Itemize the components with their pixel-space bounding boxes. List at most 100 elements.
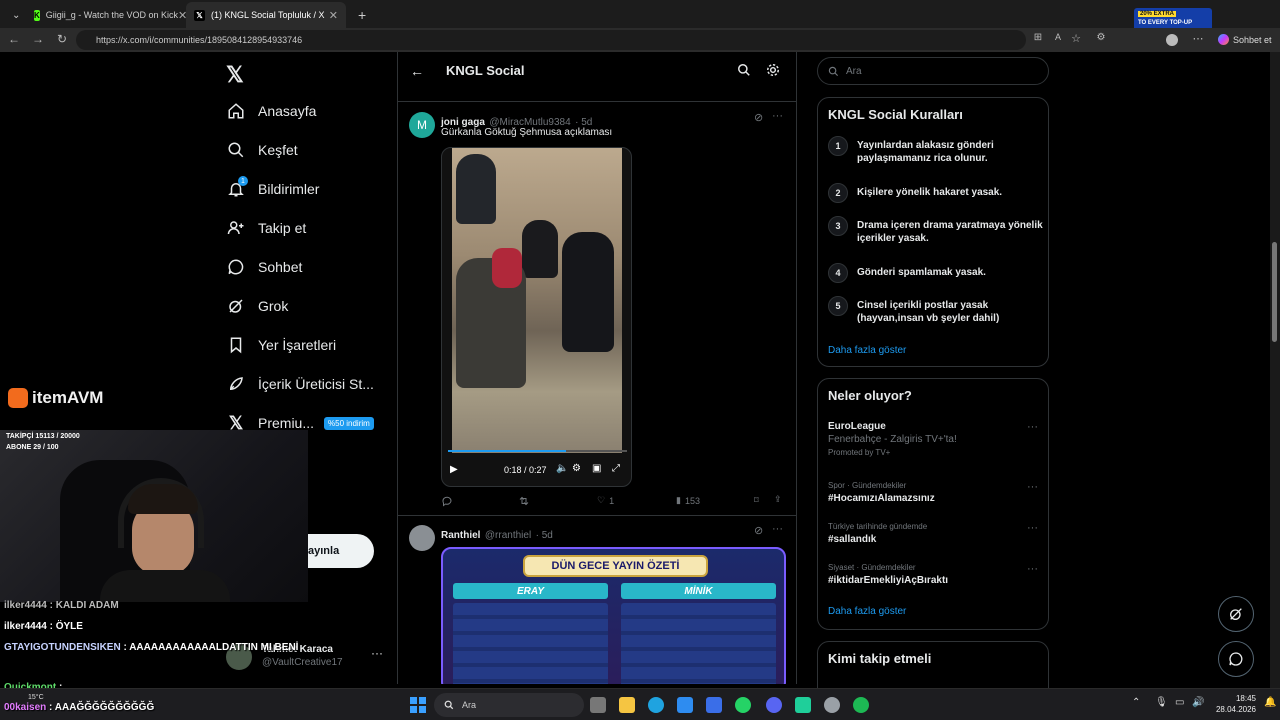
more-icon[interactable]: ··· [1027, 563, 1038, 575]
grok-icon[interactable]: ⊘ [754, 111, 763, 124]
right-sidebar: Ara KNGL Social Kuralları 1 Yayınlardan … [815, 52, 1055, 701]
video-player[interactable]: ▶ 0:18 / 0:27 🔈 ⚙ ▣ ⤢ [441, 147, 632, 487]
app-icon[interactable] [795, 697, 811, 713]
more-menu-icon[interactable]: ⋯ [1190, 32, 1206, 45]
tab-menu-button[interactable]: ⌄ [4, 2, 24, 28]
network-icon[interactable]: ▭ [1175, 697, 1184, 708]
whatsapp-icon[interactable] [735, 697, 751, 713]
trend-item[interactable]: Siyaset · Gündemdekiler #iktidarEmekliyi… [828, 563, 1043, 586]
edge-icon[interactable] [648, 697, 664, 713]
tab-x-community[interactable]: 𝕏 (1) KNGL Social Topluluk / X ✕ [186, 2, 346, 28]
fullscreen-icon[interactable]: ⤢ [612, 463, 620, 474]
trend-item[interactable]: EuroLeague Fenerbahçe - Zalgiris TV+'ta!… [828, 421, 1043, 457]
chat-message: ilker4444 : ÖYLE [4, 621, 83, 632]
nav-item-notifications[interactable]: 1 Bildirimler [226, 176, 319, 201]
back-arrow-icon[interactable]: ← [410, 63, 424, 79]
more-icon[interactable]: ··· [772, 110, 783, 122]
nav-item-grok[interactable]: Grok [226, 294, 288, 318]
forward-icon[interactable]: → [30, 32, 46, 46]
post-button[interactable]: ayınla [308, 534, 374, 568]
settings-icon[interactable]: ⚙ [572, 463, 581, 474]
mail-icon[interactable] [706, 697, 722, 713]
like-button[interactable]: ♡ 1 [597, 495, 614, 506]
chat-user: ilker4444 [4, 600, 47, 611]
discord-icon[interactable] [766, 697, 782, 713]
clock[interactable]: 18:45 28.04.2026 [1208, 694, 1256, 714]
nav-item-bookmarks[interactable]: Yer İşaretleri [226, 333, 336, 357]
nav-item-explore[interactable]: Keşfet [226, 138, 298, 162]
rule-item: 4 Gönderi spamlamak yasak. [828, 263, 1043, 283]
nav-item-chat[interactable]: Sohbet [226, 255, 302, 279]
search-icon[interactable] [737, 63, 751, 82]
more-icon[interactable]: ··· [1027, 522, 1038, 534]
share-icon[interactable]: ⇪ [774, 494, 782, 505]
nav-item-home[interactable]: Anasayfa [226, 99, 316, 123]
microphone-icon[interactable]: 🎙 [1155, 697, 1168, 708]
nav-label: Anasayfa [258, 103, 317, 119]
more-icon[interactable]: ··· [1027, 481, 1038, 493]
views-button[interactable]: ▮ 153 [676, 495, 700, 506]
tweet[interactable]: Ranthiel @rranthiel · 5d ⊘ ··· DÜN GECE … [398, 517, 796, 684]
more-icon[interactable]: ··· [1027, 421, 1038, 433]
trend-item[interactable]: Spor · Gündemdekiler #HocamızıAlamazsını… [828, 481, 1043, 504]
store-icon[interactable] [677, 697, 693, 713]
weather-widget[interactable]: 15°C [28, 694, 44, 701]
notification-icon[interactable]: 🔔 [1264, 697, 1276, 708]
extensions-icon[interactable]: ⚙ [1093, 32, 1109, 43]
windows-start-icon[interactable] [410, 697, 426, 713]
play-icon[interactable]: ▶ [450, 464, 458, 475]
clock-time: 18:45 [1235, 694, 1256, 703]
grok-icon[interactable]: ⊘ [754, 524, 763, 537]
spotify-icon[interactable] [853, 697, 869, 713]
nav-item-creator-studio[interactable]: İçerik Üreticisi St... [226, 372, 374, 396]
trend-meta: Spor · Gündemdekiler [828, 481, 907, 490]
task-view-icon[interactable] [590, 697, 606, 713]
refresh-icon[interactable]: ↻ [54, 32, 70, 46]
grok-floating-button[interactable] [1218, 596, 1254, 632]
search-input[interactable]: Ara [817, 57, 1049, 85]
tab-kick-vod[interactable]: K Giigii_g - Watch the VOD on Kick ✕ [26, 2, 186, 28]
nav-item-follow[interactable]: Takip et [226, 216, 306, 240]
taskbar-search[interactable]: Ara [434, 693, 584, 717]
trends-title: Neler oluyor? [828, 388, 912, 403]
tab-actions-icon[interactable]: ⊞ [1030, 32, 1046, 43]
rules-show-more-link[interactable]: Daha fazla göster [828, 345, 906, 356]
url-field[interactable]: https://x.com/i/communities/189508412895… [76, 30, 1026, 50]
author-handle[interactable]: @rranthiel [485, 530, 531, 541]
reply-icon[interactable] [441, 495, 453, 507]
rule-item: 3 Drama içeren drama yaratmaya yönelik i… [828, 216, 1043, 245]
settings-gear-icon[interactable] [766, 63, 780, 82]
author-name[interactable]: Ranthiel [441, 530, 480, 541]
volume-icon[interactable]: 🔈 [556, 463, 568, 474]
x-logo-icon[interactable]: 𝕏 [226, 62, 244, 88]
more-icon[interactable]: ··· [772, 523, 783, 535]
scrollbar-thumb[interactable] [1272, 242, 1277, 342]
file-explorer-icon[interactable] [619, 697, 635, 713]
favorite-star-icon[interactable]: ☆ [1068, 32, 1084, 45]
tweet-time[interactable]: · 5d [536, 530, 553, 541]
back-icon[interactable]: ← [6, 32, 22, 46]
video-person [562, 232, 614, 352]
avatar[interactable] [409, 525, 435, 551]
close-tab-icon[interactable]: ✕ [329, 9, 338, 22]
profile-avatar[interactable] [1166, 34, 1178, 46]
chevron-up-icon[interactable]: ⌃ [1132, 697, 1140, 708]
page-scrollbar[interactable] [1270, 52, 1280, 688]
messages-floating-button[interactable] [1218, 641, 1254, 677]
app-icon[interactable] [824, 697, 840, 713]
pip-icon[interactable]: ▣ [592, 463, 601, 474]
new-tab-button[interactable]: + [350, 2, 370, 28]
avatar[interactable]: M [409, 112, 435, 138]
rule-number: 1 [828, 136, 848, 156]
retweet-icon[interactable] [518, 495, 530, 507]
tweet[interactable]: M joni gaga @MiracMutlu9384 · 5d ⊘ ··· G… [398, 103, 796, 516]
page-header: ← KNGL Social [398, 52, 796, 92]
trend-item[interactable]: Türkiye tarihinde gündemde #sallandık [828, 522, 1043, 545]
read-aloud-icon[interactable]: A [1050, 32, 1066, 42]
copilot-chat-button[interactable]: Sohbet et [1218, 34, 1272, 45]
volume-icon[interactable]: 🔊 [1192, 697, 1204, 708]
tweet-image[interactable]: DÜN GECE YAYIN ÖZETİ ERAY MİNİK [441, 547, 786, 684]
bookmark-icon[interactable]: ⌑ [754, 495, 759, 506]
close-tab-icon[interactable]: ✕ [178, 9, 186, 22]
trends-show-more-link[interactable]: Daha fazla göster [828, 606, 906, 617]
